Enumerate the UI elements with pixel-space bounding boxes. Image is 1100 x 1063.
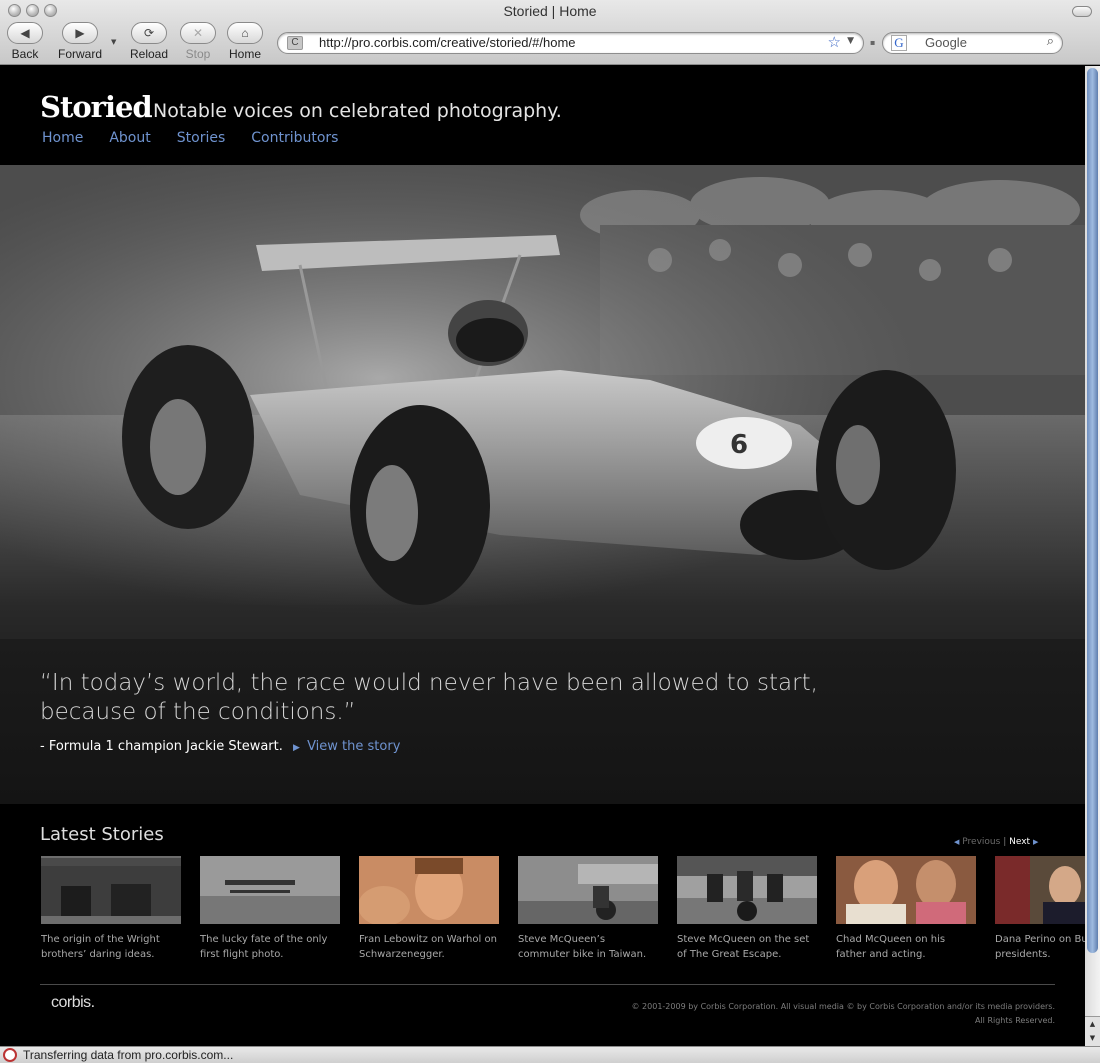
hero-quote-panel: “In today’s world, the race would never … — [0, 639, 1085, 804]
story-caption[interactable]: Steve McQueen’s commuter bike in Taiwan. — [518, 932, 658, 962]
copyright-line1: © 2001-2009 by Corbis Corporation. All v… — [631, 1002, 1055, 1011]
browser-window: Storied | Home ◀ Back ▶ Forward ▼ ⟳ Relo… — [0, 0, 1100, 1063]
reload-icon: ⟳ — [131, 22, 168, 44]
browser-toolbar: Storied | Home ◀ Back ▶ Forward ▼ ⟳ Relo… — [0, 0, 1100, 65]
hero-attribution: - Formula 1 champion Jackie Stewart. ▶ V… — [40, 739, 400, 754]
story-card[interactable]: Chad McQueen on his father and acting. — [836, 856, 976, 962]
history-dropdown-icon[interactable]: ▼ — [111, 38, 116, 46]
nav-stories[interactable]: Stories — [177, 130, 226, 146]
scroll-arrows-icon[interactable]: ▲ ▼ — [1085, 1016, 1100, 1046]
story-thumbnail[interactable] — [41, 856, 181, 924]
story-caption[interactable]: The lucky fate of the only first flight … — [200, 932, 340, 962]
home-label: Home — [228, 47, 261, 61]
nav-about[interactable]: About — [109, 130, 150, 146]
play-arrow-icon: ▶ — [293, 743, 300, 753]
nav-contributors[interactable]: Contributors — [251, 130, 338, 146]
site-tagline: Notable voices on celebrated photography… — [153, 100, 562, 122]
vertical-scrollbar[interactable]: ▲ ▼ — [1085, 66, 1100, 1046]
back-button[interactable]: ◀ Back — [7, 22, 43, 61]
story-thumbnail[interactable] — [359, 856, 499, 924]
url-text[interactable]: http://pro.corbis.com/creative/storied/#… — [319, 35, 576, 50]
forward-button[interactable]: ▶ Forward — [58, 22, 102, 61]
page-viewport: Storied Notable voices on celebrated pho… — [0, 66, 1085, 1046]
forward-label: Forward — [58, 47, 103, 61]
story-card[interactable]: The lucky fate of the only first flight … — [200, 856, 340, 962]
hero-photo-race-car[interactable]: 6 — [0, 165, 1085, 639]
view-story-link[interactable]: View the story — [307, 739, 400, 754]
status-bar: Transferring data from pro.corbis.com... — [0, 1046, 1100, 1063]
story-thumbnail[interactable] — [200, 856, 340, 924]
next-arrow-icon[interactable]: ▶ — [1033, 838, 1038, 846]
window-title: Storied | Home — [503, 3, 597, 19]
reload-button[interactable]: ⟳ Reload — [130, 22, 168, 61]
story-card[interactable]: Steve McQueen’s commuter bike in Taiwan. — [518, 856, 658, 962]
search-field[interactable]: G Google ⌕ — [882, 32, 1063, 54]
story-card[interactable]: Fran Lebowitz on Warhol on Schwarzenegge… — [359, 856, 499, 962]
previous-arrow-icon[interactable]: ◀ — [954, 838, 959, 846]
site-favicon-icon: C — [287, 36, 303, 50]
google-icon[interactable]: G — [891, 35, 907, 51]
latest-stories-heading: Latest Stories — [40, 824, 164, 845]
copyright-line2: All Rights Reserved. — [974, 1016, 1055, 1025]
loading-icon — [3, 1048, 17, 1062]
copyright: © 2001-2009 by Corbis Corporation. All v… — [632, 1000, 1055, 1028]
corbis-logo[interactable]: corbis. — [51, 994, 95, 1012]
toolbar-toggle-button[interactable] — [1072, 6, 1092, 17]
story-card[interactable]: The origin of the Wright brothers’ darin… — [41, 856, 181, 962]
site-logo[interactable]: Storied — [40, 90, 153, 124]
story-caption[interactable]: The origin of the Wright brothers’ darin… — [41, 932, 181, 962]
story-thumbnail[interactable] — [518, 856, 658, 924]
previous-link[interactable]: Previous — [962, 837, 1000, 847]
address-bar[interactable]: C http://pro.corbis.com/creative/storied… — [277, 32, 864, 54]
back-arrow-icon: ◀ — [7, 22, 43, 44]
search-icon[interactable]: ⌕ — [1047, 34, 1054, 49]
bookmark-star-icon[interactable]: ☆ — [828, 33, 841, 51]
svg-text:6: 6 — [730, 430, 748, 460]
footer-divider — [40, 984, 1055, 985]
nav-home[interactable]: Home — [42, 130, 83, 146]
home-icon: ⌂ — [227, 22, 263, 44]
stop-button[interactable]: ✕ Stop — [180, 22, 216, 61]
story-card[interactable]: Dana Perino on Bush to presidents. — [995, 856, 1085, 962]
pager-separator: | — [1003, 837, 1007, 847]
story-caption[interactable]: Dana Perino on Bush to presidents. — [995, 932, 1085, 962]
scrollbar-thumb[interactable] — [1087, 68, 1098, 953]
status-text: Transferring data from pro.corbis.com... — [23, 1048, 234, 1062]
stop-label: Stop — [185, 47, 211, 61]
hero-quote: “In today’s world, the race would never … — [40, 670, 818, 725]
story-thumbnail[interactable] — [677, 856, 817, 924]
story-caption[interactable]: Steve McQueen on the set of The Great Es… — [677, 932, 817, 962]
site-header: Storied Notable voices on celebrated pho… — [0, 66, 1085, 165]
latest-stories-section: Latest Stories ◀ Previous | Next ▶ The o… — [0, 804, 1085, 1046]
story-caption[interactable]: Fran Lebowitz on Warhol on Schwarzenegge… — [359, 932, 499, 962]
stories-carousel: The origin of the Wright brothers’ darin… — [41, 856, 1085, 971]
next-link[interactable]: Next — [1009, 837, 1030, 847]
stop-icon: ✕ — [180, 22, 216, 44]
reload-label: Reload — [130, 47, 169, 61]
story-card[interactable]: Steve McQueen on the set of The Great Es… — [677, 856, 817, 962]
forward-arrow-icon: ▶ — [62, 22, 98, 44]
stories-pager: ◀ Previous | Next ▶ — [954, 837, 1038, 847]
back-label: Back — [11, 47, 39, 61]
home-button[interactable]: ⌂ Home — [227, 22, 263, 61]
attribution-text: - Formula 1 champion Jackie Stewart. — [40, 739, 283, 754]
url-dropdown-icon[interactable]: ▼ — [847, 36, 854, 46]
story-thumbnail[interactable] — [995, 856, 1085, 924]
toolbar-resize-handle[interactable]: ▪ — [870, 38, 875, 47]
story-thumbnail[interactable] — [836, 856, 976, 924]
site-nav: Home About Stories Contributors — [42, 130, 364, 146]
search-placeholder: Google — [925, 35, 967, 50]
story-caption[interactable]: Chad McQueen on his father and acting. — [836, 932, 976, 962]
